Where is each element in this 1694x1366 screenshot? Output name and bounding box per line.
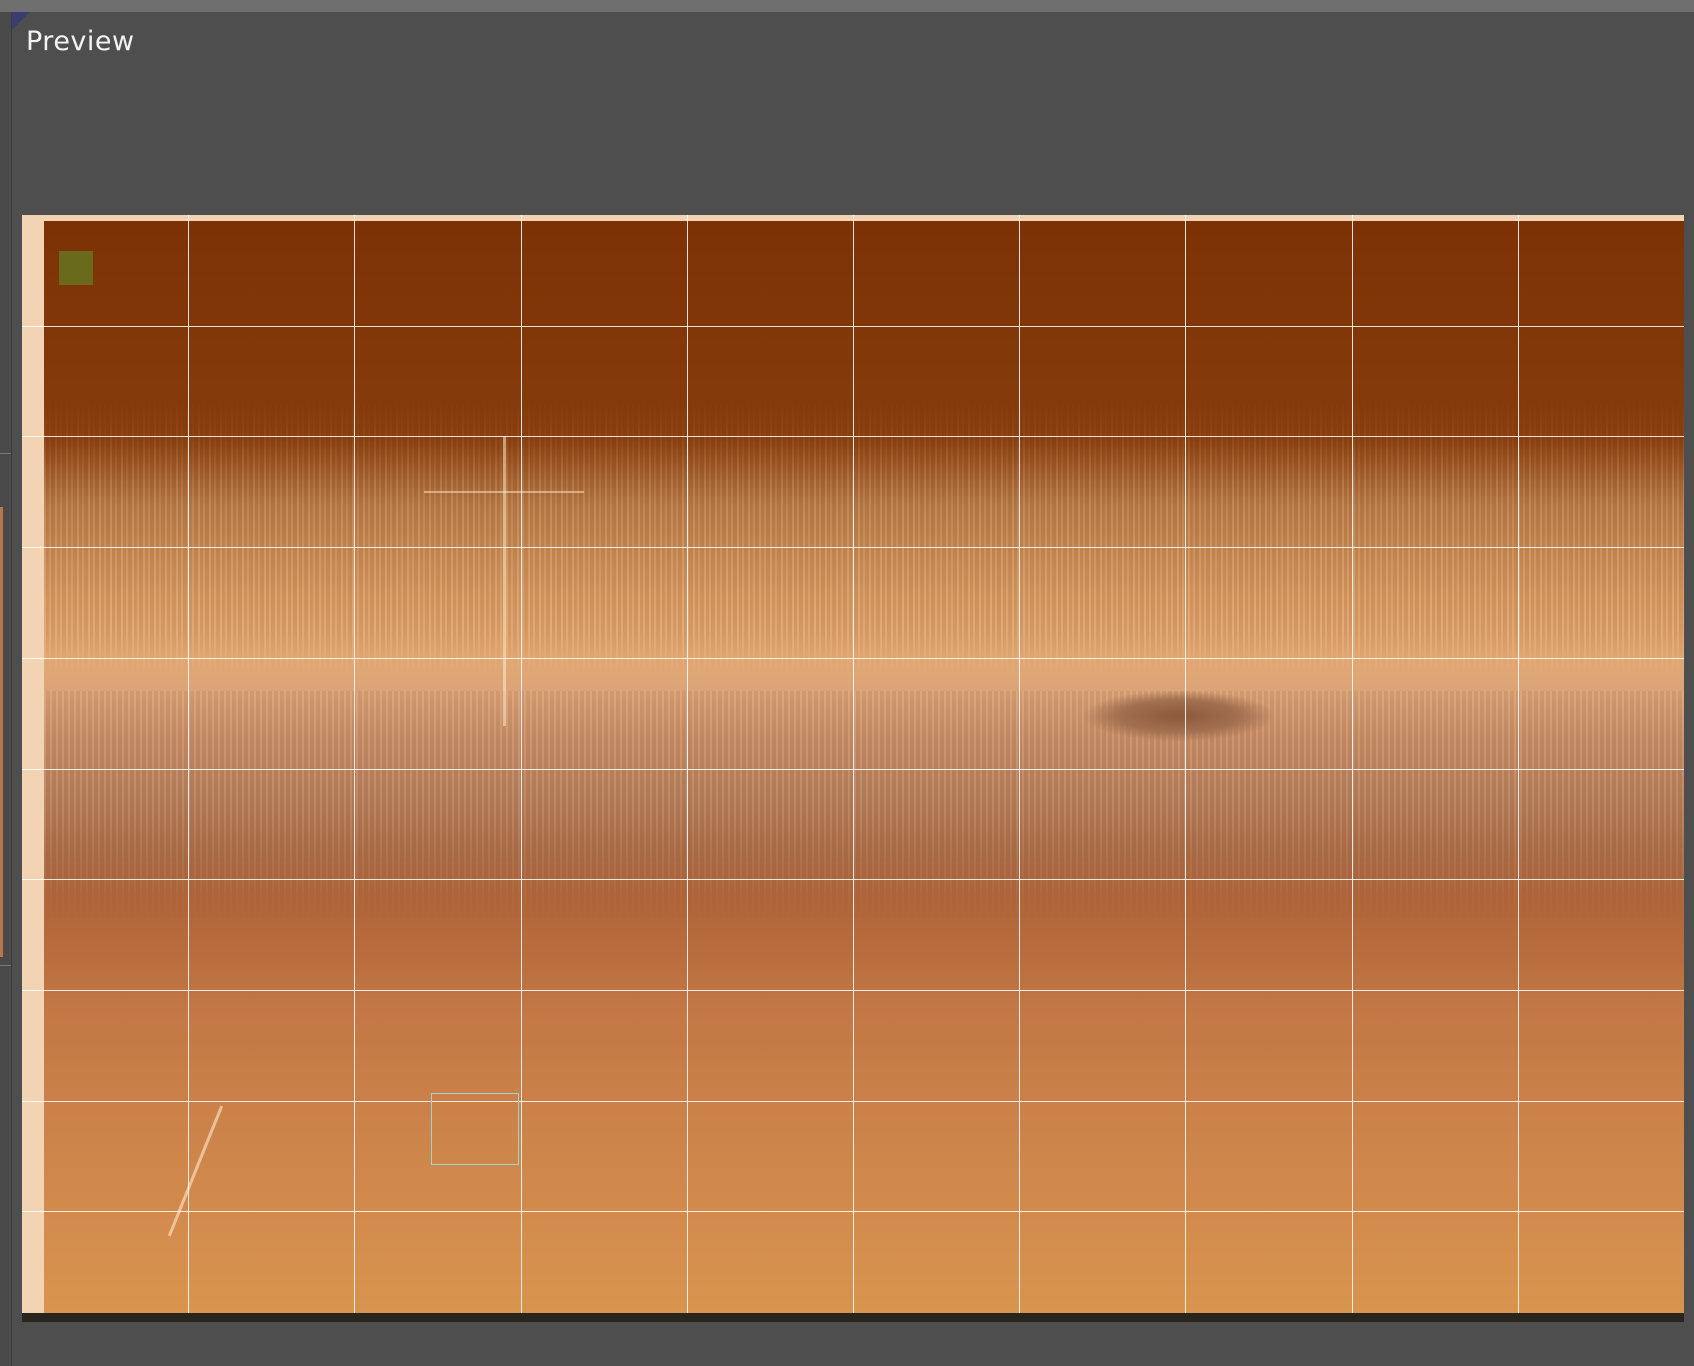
image-water-reflection bbox=[44, 691, 1684, 921]
image-mound bbox=[1084, 691, 1274, 741]
preview-canvas[interactable] bbox=[22, 215, 1684, 1322]
left-panel-thumbnail-strip bbox=[0, 507, 3, 957]
sample-selection-box[interactable] bbox=[431, 1093, 519, 1165]
image-treeline bbox=[44, 401, 1684, 671]
panel-title: Preview bbox=[26, 26, 135, 57]
top-border bbox=[0, 0, 1694, 12]
negative-scan-image bbox=[44, 221, 1684, 1313]
image-branch bbox=[167, 1105, 224, 1237]
image-crossbar bbox=[424, 491, 584, 493]
left-panel-divider bbox=[0, 965, 11, 966]
left-panel-divider bbox=[0, 453, 11, 454]
frame-bottom-edge bbox=[22, 1313, 1684, 1322]
image-pole bbox=[503, 436, 506, 726]
color-sample-patch[interactable] bbox=[59, 251, 93, 285]
